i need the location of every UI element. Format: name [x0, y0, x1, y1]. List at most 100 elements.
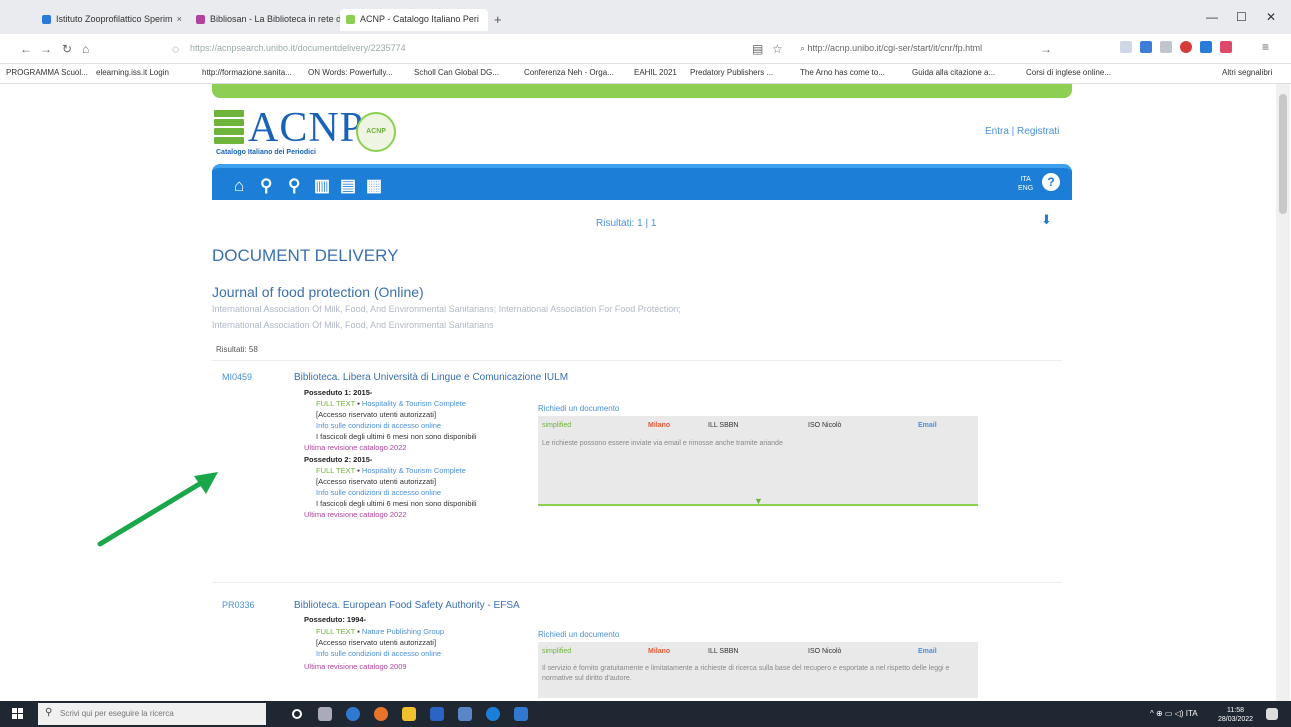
browser-tab[interactable]: Istituto Zooprofilattico Sperim × [36, 9, 186, 31]
minimize-icon[interactable]: — [1206, 10, 1218, 24]
login-link[interactable]: Entra | Registrati [985, 126, 1059, 137]
bookmark[interactable]: Guida alla citazione a... [912, 68, 995, 77]
cortana-icon[interactable] [292, 709, 302, 719]
map-pin-icon[interactable]: ⚲ [288, 176, 300, 196]
home-browser-icon[interactable]: ⌂ [82, 42, 89, 56]
outlook-icon[interactable] [430, 707, 444, 721]
teams-icon[interactable] [458, 707, 472, 721]
bookmark-folder[interactable]: Altri segnalibri [1222, 68, 1272, 77]
lang-eng[interactable]: ENG [1018, 185, 1033, 192]
maximize-icon[interactable]: ☐ [1236, 10, 1247, 24]
request-document-label[interactable]: Richiedi un documento [538, 404, 619, 413]
clock-time: 11:58 [1227, 707, 1245, 714]
new-tab-button[interactable]: + [494, 12, 502, 27]
language-switch[interactable]: ITA ENG [1018, 175, 1033, 193]
expand-icon[interactable]: ▼ [754, 496, 763, 506]
provider-link[interactable]: Hospitality & Tourism Complete [362, 466, 466, 475]
extension-icon[interactable] [1220, 41, 1232, 53]
url-bar[interactable]: https://acnpsearch.unibo.it/documentdeli… [190, 40, 660, 58]
bookmark[interactable]: elearning.iss.it Login [96, 68, 169, 77]
star-icon[interactable]: ☆ [772, 42, 783, 56]
access-info-link[interactable]: Info sulle condizioni di accesso online [316, 488, 441, 497]
document-icon[interactable]: ▤ [340, 176, 356, 196]
fulltext-label[interactable]: FULL TEXT [316, 466, 355, 475]
windows-taskbar: ⚲ Scrivi qui per eseguire la ricerca ^ ⊕… [0, 701, 1291, 727]
ie-icon[interactable] [486, 707, 500, 721]
publisher-line: International Association Of Milk, Food,… [212, 304, 681, 314]
site-logo[interactable]: ACNP [248, 104, 364, 152]
bookmark[interactable]: ON Words: Powerfully... [308, 68, 393, 77]
provider-link[interactable]: Hospitality & Tourism Complete [362, 399, 466, 408]
bookmark[interactable]: Corsi di inglese online... [1026, 68, 1111, 77]
library-name[interactable]: Biblioteca. European Food Safety Authori… [294, 600, 520, 611]
close-tab-icon[interactable]: × [177, 14, 182, 24]
bookmark[interactable]: Predatory Publishers ... [690, 68, 773, 77]
access-info-link[interactable]: Info sulle condizioni di accesso online [316, 421, 441, 430]
catalog-revision: Ultima revisione catalogo 2009 [304, 662, 407, 671]
extension-icon[interactable] [1200, 41, 1212, 53]
fulltext-label[interactable]: FULL TEXT [316, 399, 355, 408]
search-bar-icon: ⌕ [800, 43, 808, 53]
bookmark[interactable]: The Arno has come to... [800, 68, 885, 77]
library-code[interactable]: MI0459 [222, 372, 252, 382]
barcode-icon[interactable]: ▥ [314, 176, 330, 196]
back-icon[interactable]: ← [20, 42, 32, 56]
fulltext-label[interactable]: FULL TEXT [316, 627, 355, 636]
lang-ita[interactable]: ITA [1020, 176, 1030, 183]
scrollbar-thumb[interactable] [1279, 94, 1287, 214]
email-link[interactable]: Email [918, 422, 937, 429]
download-icon[interactable]: ⬇ [1041, 212, 1052, 228]
holding-posseduto: Posseduto 2: 2015- [304, 455, 373, 464]
fulltext-line[interactable]: FULL TEXT ▪ Nature Publishing Group [316, 627, 444, 636]
close-window-icon[interactable]: ✕ [1266, 10, 1276, 24]
bookmark[interactable]: EAHIL 2021 [634, 68, 677, 77]
file-explorer-icon[interactable] [402, 707, 416, 721]
taskbar-clock[interactable]: 11:58 28/03/2022 [1218, 706, 1253, 724]
bookmark[interactable]: http://formazione.sanita... [202, 68, 292, 77]
reload-icon[interactable]: ↻ [62, 42, 72, 56]
qr-icon[interactable]: ▦ [366, 176, 382, 196]
page-scrollbar[interactable] [1276, 84, 1290, 701]
divider [212, 582, 1062, 583]
download-browser-icon[interactable] [1140, 41, 1152, 53]
journal-title[interactable]: Journal of food protection (Online) [212, 284, 424, 300]
menu-icon[interactable]: ≡ [1262, 40, 1269, 54]
browser-tab[interactable]: Bibliosan - La Biblioteca in rete d [190, 9, 340, 31]
fulltext-line[interactable]: FULL TEXT ▪ Hospitality & Tourism Comple… [316, 399, 466, 408]
edge-icon[interactable] [346, 707, 360, 721]
results-nav[interactable]: Risultati: 1 | 1 [596, 218, 656, 229]
library-icon[interactable] [1120, 41, 1132, 53]
search-icon[interactable]: ⚲ [260, 176, 272, 196]
go-arrow-icon[interactable]: → [1040, 42, 1052, 56]
reader-icon[interactable]: ▤ [752, 42, 763, 56]
home-icon[interactable]: ⌂ [234, 176, 244, 196]
access-note: [Accesso riservato utenti autorizzati] [316, 477, 437, 486]
firefox-icon[interactable] [374, 707, 388, 721]
bookmark[interactable]: Scholl Can Global DG... [414, 68, 499, 77]
library-code[interactable]: PR0336 [222, 600, 255, 610]
forward-icon[interactable]: → [40, 42, 52, 56]
fulltext-line[interactable]: FULL TEXT ▪ Hospitality & Tourism Comple… [316, 466, 466, 475]
browser-tab-active[interactable]: ACNP - Catalogo Italiano Peri [340, 9, 488, 31]
access-info-link[interactable]: Info sulle condizioni di accesso online [316, 649, 441, 658]
notifications-icon[interactable] [1266, 708, 1278, 720]
library-name[interactable]: Biblioteca. Libera Università di Lingue … [294, 372, 568, 383]
results-count: Risultati: 58 [216, 345, 258, 354]
bookmark[interactable]: PROGRAMMA Scuol... [6, 68, 88, 77]
request-document-label[interactable]: Richiedi un documento [538, 630, 619, 639]
sidebar-icon[interactable] [1160, 41, 1172, 53]
email-link[interactable]: Email [918, 648, 937, 655]
search-icon: ⚲ [45, 707, 53, 718]
windows-start-icon[interactable] [12, 708, 24, 720]
task-view-icon[interactable] [318, 707, 332, 721]
provider-link[interactable]: Nature Publishing Group [362, 627, 444, 636]
extension-icon[interactable] [1180, 41, 1192, 53]
system-tray[interactable]: ^ ⊕ ▭ ◁) ITA [1150, 709, 1198, 718]
word-icon[interactable] [514, 707, 528, 721]
search-bar[interactable]: ⌕ http://acnp.unibo.it/cgi-ser/start/it/… [800, 40, 1020, 58]
bullet-icon: ▪ [357, 627, 360, 636]
taskbar-search[interactable]: ⚲ Scrivi qui per eseguire la ricerca [38, 703, 266, 725]
bookmark[interactable]: Conferenza Neh - Orga... [524, 68, 614, 77]
help-icon[interactable]: ? [1042, 173, 1060, 191]
logo-stack-icon [214, 110, 244, 146]
